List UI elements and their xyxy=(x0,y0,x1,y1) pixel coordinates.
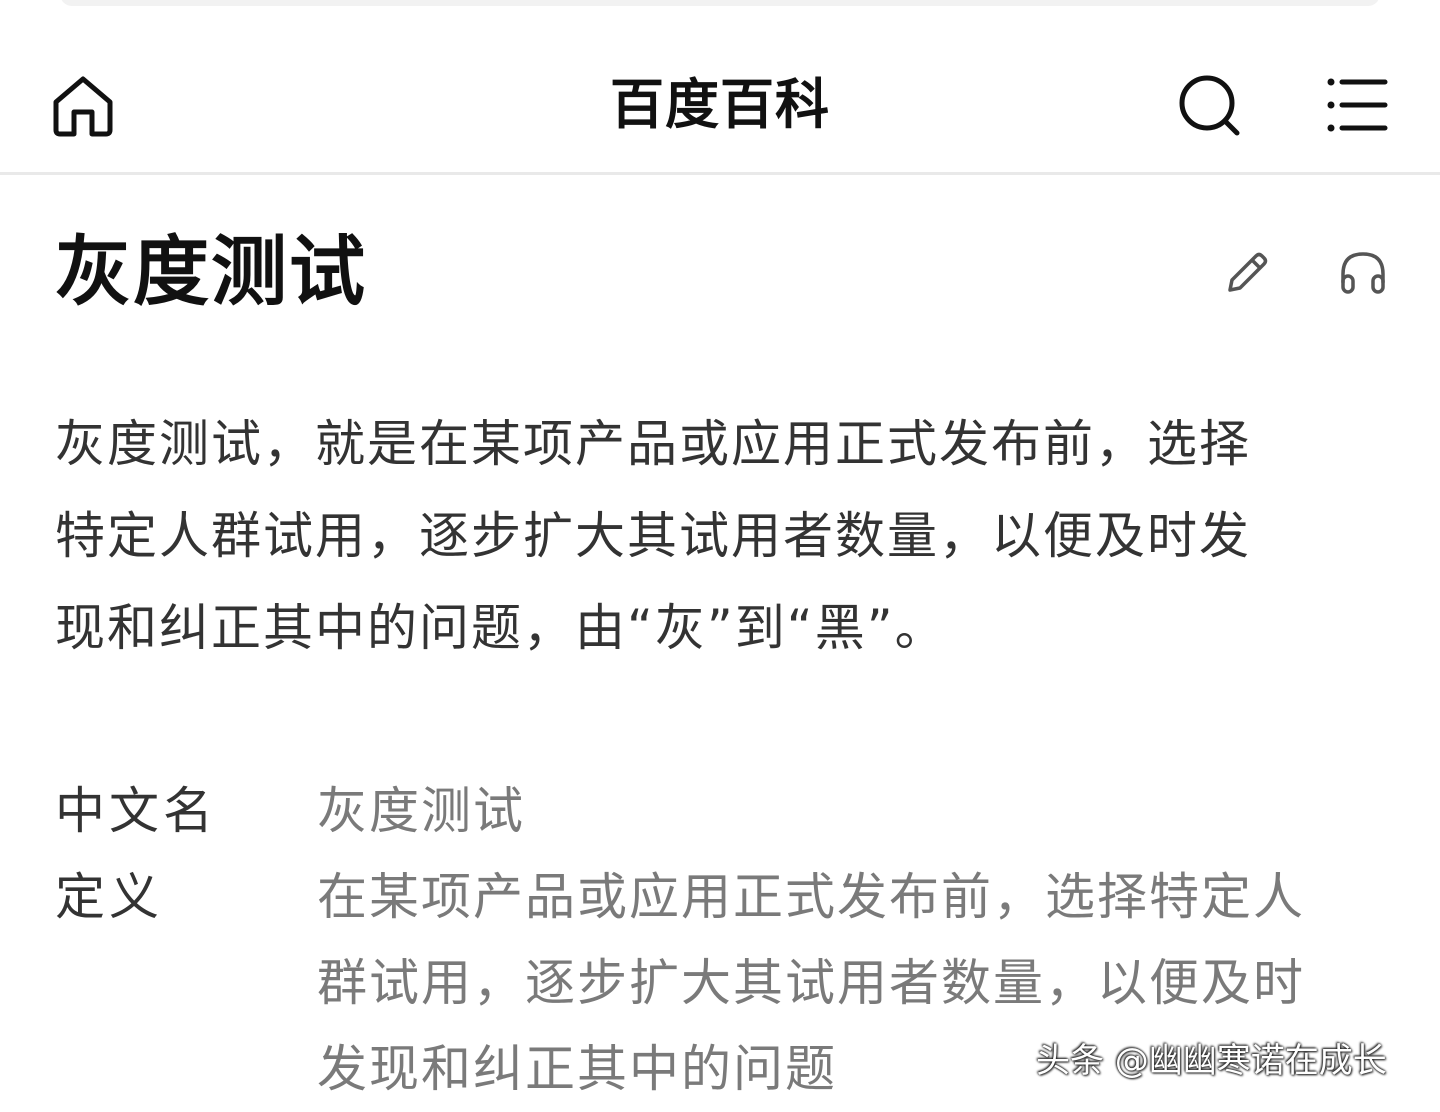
home-icon[interactable] xyxy=(50,72,116,138)
headphones-icon[interactable] xyxy=(1336,246,1390,300)
baike-entry-page: 百度百科 灰度测试 灰度测试，就是在某项产品或应用正式发布前，选择 特定人群试用… xyxy=(0,0,1440,1112)
watermark: 头条 @幽幽寒诺在成长 xyxy=(1036,1041,1387,1081)
menu-icon[interactable] xyxy=(1326,74,1388,136)
entry-title: 灰度测试 xyxy=(55,227,367,316)
summary-line: 特定人群试用，逐步扩大其试用者数量，以便及时发 xyxy=(55,507,1251,565)
summary-line: 现和纠正其中的问题，由“灰”到“黑”。 xyxy=(55,599,947,657)
top-navbar: 百度百科 xyxy=(0,0,1440,175)
pencil-icon[interactable] xyxy=(1222,248,1272,298)
info-value-line: 灰度测试 xyxy=(317,782,525,840)
summary-line: 灰度测试，就是在某项产品或应用正式发布前，选择 xyxy=(55,415,1251,473)
info-value: 灰度测试 xyxy=(317,768,1397,854)
entry-summary: 灰度测试，就是在某项产品或应用正式发布前，选择 特定人群试用，逐步扩大其试用者数… xyxy=(55,398,1375,674)
info-label: 定义 xyxy=(55,868,163,926)
info-value-line: 群试用，逐步扩大其试用者数量，以便及时 xyxy=(317,954,1305,1012)
site-title[interactable]: 百度百科 xyxy=(520,70,920,140)
info-label: 中文名 xyxy=(55,782,217,840)
search-icon[interactable] xyxy=(1176,72,1242,138)
info-value-line: 在某项产品或应用正式发布前，选择特定人 xyxy=(317,868,1305,926)
